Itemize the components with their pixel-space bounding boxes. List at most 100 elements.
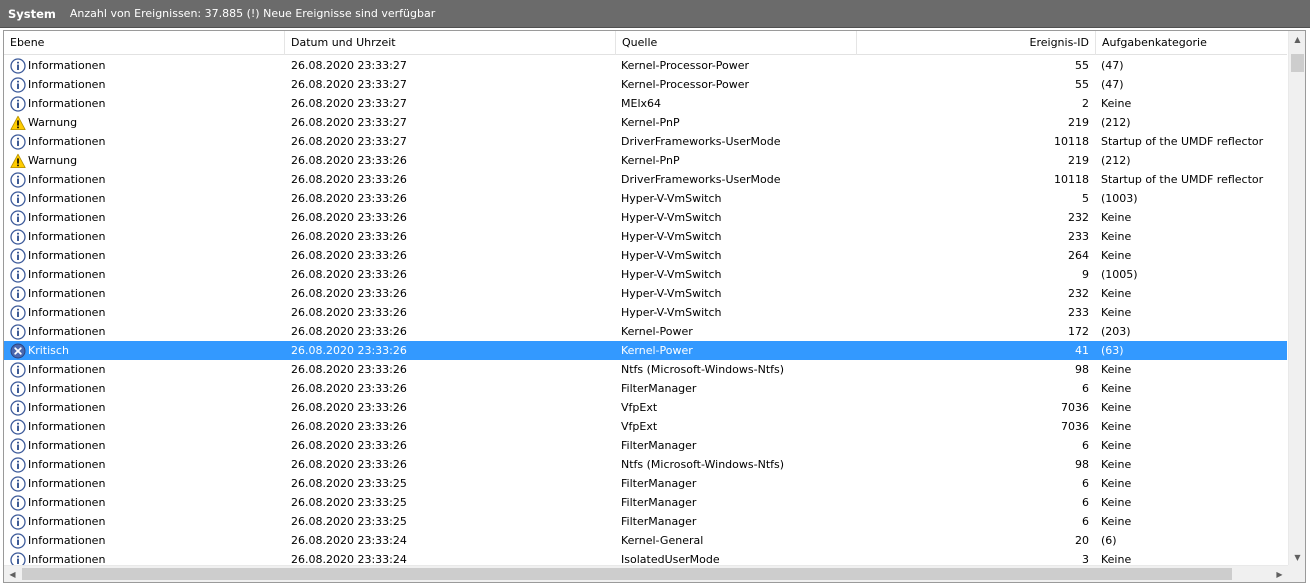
table-row[interactable]: Informationen 26.08.2020 23:33:26 Ntfs (Mi…: [4, 455, 1287, 474]
level-cell: Informationen: [10, 265, 285, 284]
column-header-event-id[interactable]: Ereignis-ID: [857, 31, 1095, 55]
table-row[interactable]: Informationen 26.08.2020 23:33:24 Kernel-G…: [4, 531, 1287, 550]
table-row[interactable]: Informationen 26.08.2020 23:33:26 Hyper-V-…: [4, 246, 1287, 265]
column-header-task-category[interactable]: Aufgabenkategorie: [1096, 31, 1286, 55]
warning-icon: [10, 115, 26, 131]
event-id-cell: 98: [1075, 458, 1089, 471]
horizontal-scroll-thumb[interactable]: [22, 568, 1232, 580]
level-text: Informationen: [28, 78, 106, 91]
level-cell: Warnung: [10, 113, 285, 132]
table-row[interactable]: Informationen 26.08.2020 23:33:27 Kernel-P…: [4, 75, 1287, 94]
table-row[interactable]: Informationen 26.08.2020 23:33:26 FilterMa…: [4, 379, 1287, 398]
level-cell: Informationen: [10, 398, 285, 417]
event-id-cell: 55: [1075, 78, 1089, 91]
level-cell: Informationen: [10, 246, 285, 265]
task-category-cell: Keine: [1101, 287, 1132, 300]
table-row[interactable]: Informationen 26.08.2020 23:33:26 VfpExt 70…: [4, 417, 1287, 436]
task-category-cell: Keine: [1101, 382, 1132, 395]
scroll-left-icon[interactable]: ◀: [4, 566, 21, 582]
log-title-bar: System Anzahl von Ereignissen: 37.885 (!…: [0, 0, 1310, 28]
info-icon: [10, 209, 26, 226]
date-cell: 26.08.2020 23:33:27: [291, 116, 407, 129]
table-row[interactable]: Informationen 26.08.2020 23:33:26 Hyper-V-…: [4, 284, 1287, 303]
level-cell: Informationen: [10, 436, 285, 455]
column-header-date[interactable]: Datum und Uhrzeit: [285, 31, 615, 55]
info-icon: [10, 247, 26, 264]
info-icon: [10, 494, 26, 511]
table-row[interactable]: Informationen 26.08.2020 23:33:25 FilterMa…: [4, 512, 1287, 531]
level-cell: Informationen: [10, 455, 285, 474]
source-cell: Kernel-PnP: [621, 154, 680, 167]
date-cell: 26.08.2020 23:33:26: [291, 363, 407, 376]
table-row[interactable]: Informationen 26.08.2020 23:33:26 Hyper-V-…: [4, 265, 1287, 284]
task-category-cell: (212): [1101, 116, 1131, 129]
horizontal-scrollbar[interactable]: ◀ ▶: [4, 565, 1305, 582]
source-cell: Hyper-V-VmSwitch: [621, 192, 722, 205]
column-header-row: Ebene Datum und Uhrzeit Quelle Ereignis-…: [4, 31, 1287, 55]
level-cell: Informationen: [10, 493, 285, 512]
level-cell: Informationen: [10, 360, 285, 379]
table-row[interactable]: Informationen 26.08.2020 23:33:26 Hyper-V-…: [4, 208, 1287, 227]
level-cell: Informationen: [10, 189, 285, 208]
date-cell: 26.08.2020 23:33:24: [291, 534, 407, 547]
table-row[interactable]: Informationen 26.08.2020 23:33:26 Hyper-V-…: [4, 227, 1287, 246]
date-cell: 26.08.2020 23:33:27: [291, 59, 407, 72]
source-cell: Kernel-Processor-Power: [621, 78, 750, 91]
table-row[interactable]: Informationen 26.08.2020 23:33:25 FilterMa…: [4, 493, 1287, 512]
level-cell: Informationen: [10, 227, 285, 246]
column-header-source[interactable]: Quelle: [616, 31, 856, 55]
date-cell: 26.08.2020 23:33:26: [291, 306, 407, 319]
level-cell: Informationen: [10, 170, 285, 189]
level-text: Informationen: [28, 306, 106, 319]
source-cell: FilterManager: [621, 439, 697, 452]
event-id-cell: 5: [1082, 192, 1089, 205]
task-category-cell: Keine: [1101, 363, 1132, 376]
date-cell: 26.08.2020 23:33:26: [291, 344, 407, 357]
date-cell: 26.08.2020 23:33:27: [291, 78, 407, 91]
task-category-cell: Keine: [1101, 401, 1132, 414]
source-cell: Kernel-General: [621, 534, 704, 547]
level-text: Informationen: [28, 173, 106, 186]
level-text: Informationen: [28, 249, 106, 262]
event-id-cell: 10118: [1054, 135, 1089, 148]
scroll-down-icon[interactable]: ▼: [1289, 549, 1305, 566]
table-row[interactable]: Warnung 26.08.2020 23:33:26 Kernel-PnP 219 (…: [4, 151, 1287, 170]
info-icon: [10, 399, 26, 416]
table-row[interactable]: Informationen 26.08.2020 23:33:26 DriverFr…: [4, 170, 1287, 189]
level-text: Informationen: [28, 420, 106, 433]
level-cell: Informationen: [10, 75, 285, 94]
source-cell: Hyper-V-VmSwitch: [621, 230, 722, 243]
level-cell: Informationen: [10, 132, 285, 151]
vertical-scrollbar[interactable]: ▲ ▼: [1288, 31, 1305, 566]
table-row[interactable]: Informationen 26.08.2020 23:33:26 Hyper-V-…: [4, 303, 1287, 322]
date-cell: 26.08.2020 23:33:26: [291, 287, 407, 300]
level-cell: Informationen: [10, 56, 285, 75]
event-id-cell: 98: [1075, 363, 1089, 376]
date-cell: 26.08.2020 23:33:25: [291, 515, 407, 528]
scroll-up-icon[interactable]: ▲: [1289, 31, 1305, 48]
table-row[interactable]: Informationen 26.08.2020 23:33:26 VfpExt 70…: [4, 398, 1287, 417]
table-row[interactable]: Informationen 26.08.2020 23:33:26 FilterMa…: [4, 436, 1287, 455]
info-icon: [10, 513, 26, 530]
table-row[interactable]: Informationen 26.08.2020 23:33:26 Hyper-V-…: [4, 189, 1287, 208]
scroll-right-icon[interactable]: ▶: [1271, 566, 1288, 582]
table-row[interactable]: Informationen 26.08.2020 23:33:27 Kernel-P…: [4, 56, 1287, 75]
table-row[interactable]: Informationen 26.08.2020 23:33:26 Ntfs (Mi…: [4, 360, 1287, 379]
warning-icon: [10, 153, 26, 169]
table-row[interactable]: Informationen 26.08.2020 23:33:25 FilterMa…: [4, 474, 1287, 493]
table-row[interactable]: Informationen 26.08.2020 23:33:26 Kernel-P…: [4, 322, 1287, 341]
event-rows: Informationen 26.08.2020 23:33:27 Kernel-P…: [4, 56, 1287, 569]
column-header-level[interactable]: Ebene: [4, 31, 284, 55]
table-row[interactable]: Kritisch 26.08.2020 23:33:26 Kernel-Power 4…: [4, 341, 1287, 360]
table-row[interactable]: Warnung 26.08.2020 23:33:27 Kernel-PnP 219 (…: [4, 113, 1287, 132]
info-icon: [10, 285, 26, 302]
date-cell: 26.08.2020 23:33:25: [291, 477, 407, 490]
source-cell: Ntfs (Microsoft-Windows-Ntfs): [621, 363, 785, 376]
table-row[interactable]: Informationen 26.08.2020 23:33:27 DriverFr…: [4, 132, 1287, 151]
date-cell: 26.08.2020 23:33:26: [291, 154, 407, 167]
info-icon: [10, 57, 26, 74]
task-category-cell: (6): [1101, 534, 1117, 547]
source-cell: FilterManager: [621, 496, 697, 509]
table-row[interactable]: Informationen 26.08.2020 23:33:27 MElx64 2 K…: [4, 94, 1287, 113]
vertical-scroll-thumb[interactable]: [1291, 54, 1304, 72]
